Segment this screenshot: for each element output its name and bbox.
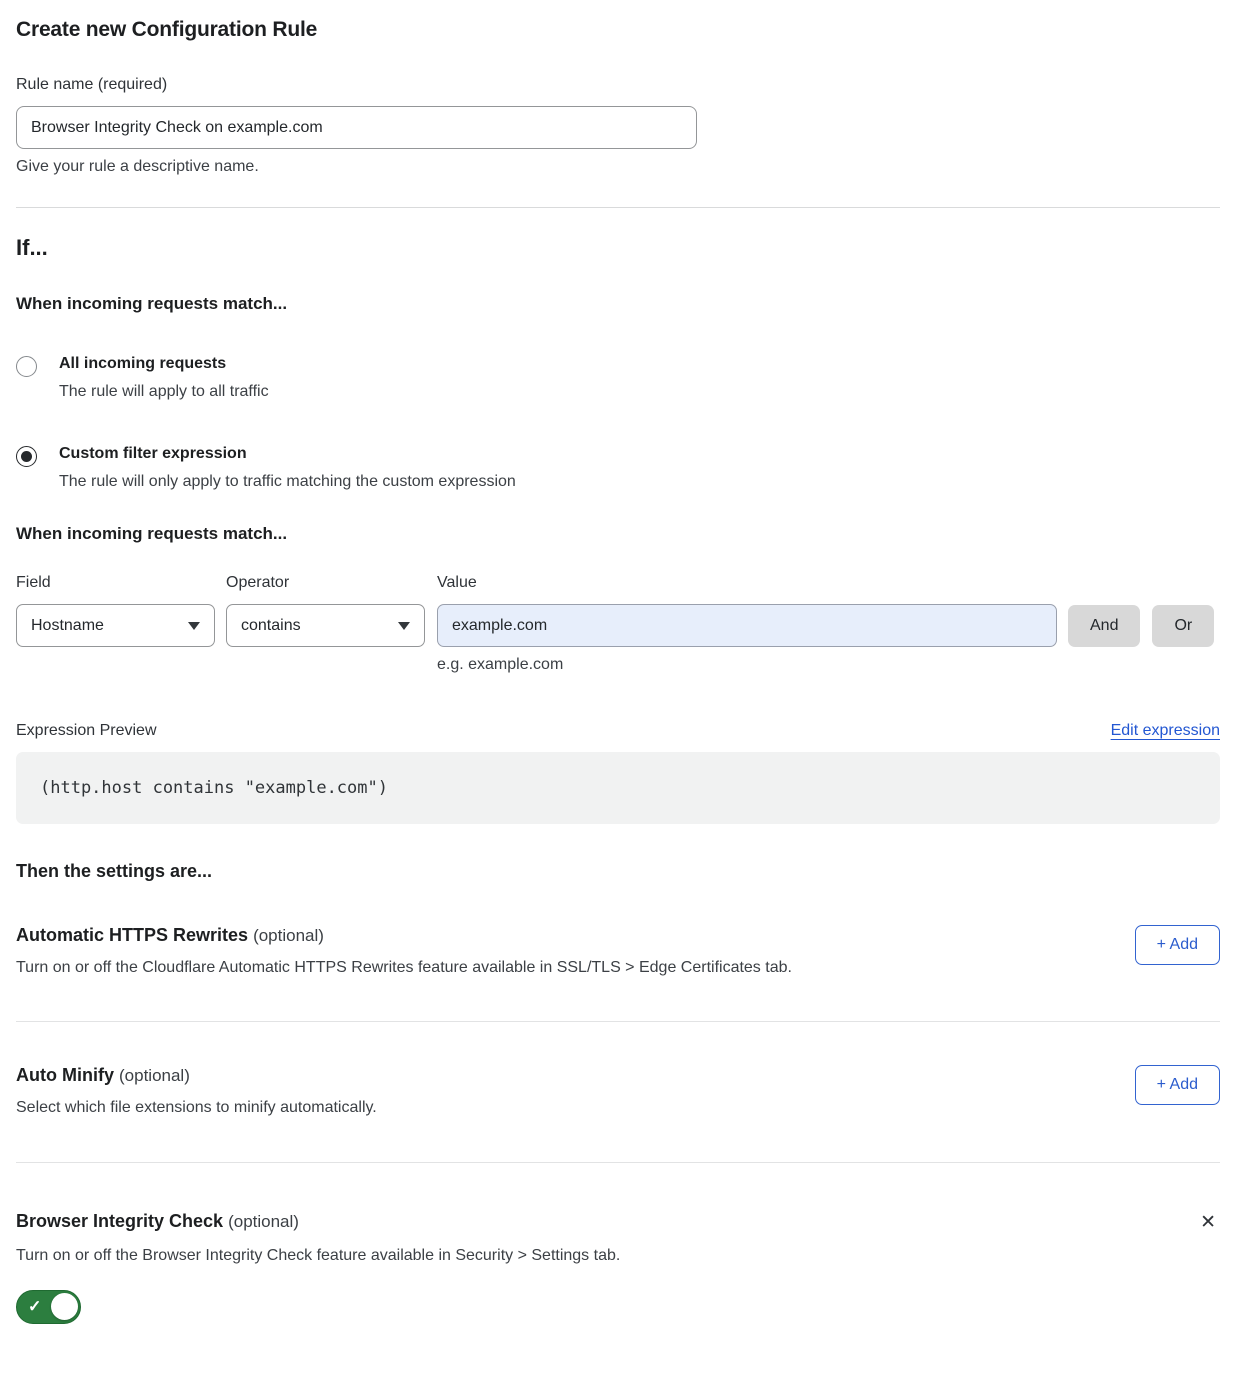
radio-button-unselected[interactable]: [16, 356, 37, 377]
chevron-down-icon: [188, 622, 200, 630]
radio-label[interactable]: All incoming requests: [59, 355, 269, 373]
add-automatic-https-rewrites-button[interactable]: + Add: [1135, 925, 1220, 965]
divider: [16, 207, 1220, 208]
setting-description: Turn on or off the Browser Integrity Che…: [16, 1247, 1220, 1265]
setting-title: Auto Minify (optional): [16, 1065, 377, 1086]
expression-builder-heading: When incoming requests match...: [16, 524, 1220, 544]
setting-title-text: Browser Integrity Check: [16, 1211, 223, 1231]
value-label: Value: [437, 574, 1057, 592]
setting-title: Browser Integrity Check (optional): [16, 1211, 299, 1232]
radio-button-selected[interactable]: [16, 446, 37, 467]
rule-name-input[interactable]: [16, 106, 697, 149]
expression-preview-code: (http.host contains "example.com"): [16, 752, 1220, 824]
or-button[interactable]: Or: [1152, 605, 1214, 647]
rule-name-label: Rule name (required): [16, 76, 1220, 94]
radio-label[interactable]: Custom filter expression: [59, 445, 516, 463]
setting-title-text: Auto Minify: [16, 1065, 114, 1085]
radio-description: The rule will apply to all traffic: [59, 383, 269, 401]
toggle-knob[interactable]: [51, 1293, 78, 1320]
divider: [16, 1162, 1220, 1163]
browser-integrity-check-toggle[interactable]: ✓: [16, 1290, 81, 1324]
operator-label: Operator: [226, 574, 437, 592]
setting-title: Automatic HTTPS Rewrites (optional): [16, 925, 792, 946]
rule-name-helper: Give your rule a descriptive name.: [16, 158, 1220, 176]
edit-expression-link[interactable]: Edit expression: [1111, 722, 1220, 740]
close-icon[interactable]: ✕: [1196, 1211, 1220, 1234]
field-select[interactable]: Hostname: [16, 604, 215, 647]
radio-option-custom-filter[interactable]: Custom filter expression The rule will o…: [16, 445, 1220, 491]
setting-optional-tag: (optional): [253, 926, 324, 945]
operator-select[interactable]: contains: [226, 604, 425, 647]
setting-description: Select which file extensions to minify a…: [16, 1099, 377, 1117]
add-auto-minify-button[interactable]: + Add: [1135, 1065, 1220, 1105]
setting-optional-tag: (optional): [119, 1066, 190, 1085]
if-heading: If...: [16, 235, 1220, 261]
field-select-value: Hostname: [31, 617, 104, 635]
create-configuration-rule-form: Create new Configuration Rule Rule name …: [0, 0, 1237, 1359]
setting-optional-tag: (optional): [228, 1212, 299, 1231]
and-button[interactable]: And: [1068, 605, 1140, 647]
setting-description: Turn on or off the Cloudflare Automatic …: [16, 959, 792, 977]
field-label: Field: [16, 574, 226, 592]
radio-option-all-requests[interactable]: All incoming requests The rule will appl…: [16, 355, 1220, 401]
value-helper: e.g. example.com: [437, 656, 1220, 674]
match-heading: When incoming requests match...: [16, 294, 1220, 314]
divider: [16, 1021, 1220, 1022]
chevron-down-icon: [398, 622, 410, 630]
builder-column-labels: Field Operator Value: [16, 574, 1220, 592]
setting-browser-integrity-check: Browser Integrity Check (optional) ✕ Tur…: [16, 1211, 1220, 1329]
operator-select-value: contains: [241, 617, 301, 635]
then-settings-heading: Then the settings are...: [16, 861, 1220, 882]
expression-builder-row: Hostname contains And Or: [16, 604, 1220, 647]
expression-preview-label: Expression Preview: [16, 722, 157, 740]
expression-preview-header: Expression Preview Edit expression: [16, 722, 1220, 740]
setting-automatic-https-rewrites: Automatic HTTPS Rewrites (optional) Turn…: [16, 925, 1220, 977]
page-title: Create new Configuration Rule: [16, 18, 1220, 42]
radio-description: The rule will only apply to traffic matc…: [59, 473, 516, 491]
value-input[interactable]: [437, 604, 1057, 647]
setting-title-text: Automatic HTTPS Rewrites: [16, 925, 248, 945]
check-icon: ✓: [28, 1297, 41, 1317]
setting-auto-minify: Auto Minify (optional) Select which file…: [16, 1065, 1220, 1117]
